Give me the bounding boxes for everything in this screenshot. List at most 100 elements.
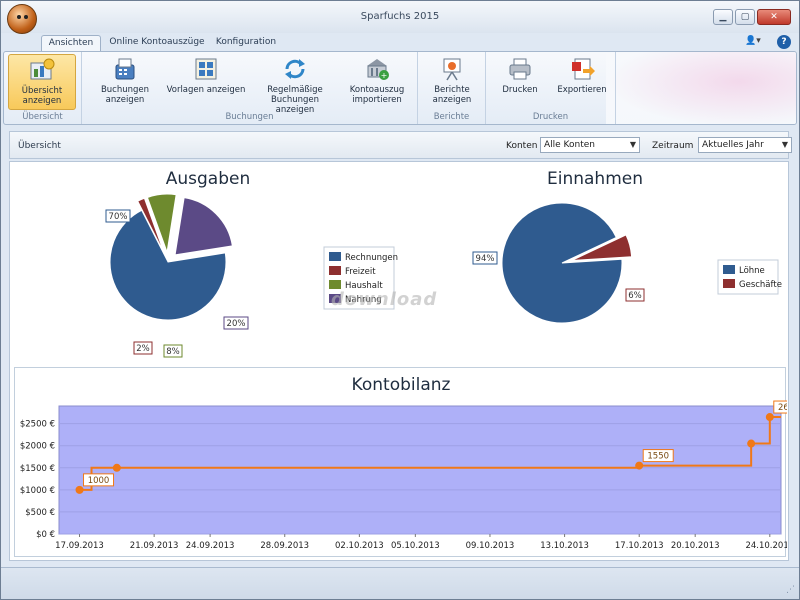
- tab-online-kontoauszuege[interactable]: Online Kontoauszüge: [109, 35, 205, 51]
- overview-filter-bar: Übersicht Konten Alle Konten ▼ Zeitraum …: [9, 131, 792, 159]
- data-point: [635, 461, 644, 470]
- minimize-button[interactable]: ▁: [713, 9, 733, 25]
- watermark-text: download: [331, 289, 438, 310]
- konten-value: Alle Konten: [544, 140, 595, 150]
- x-tick-label: 09.10.2013: [466, 541, 515, 551]
- x-tick-label: 21.09.2013: [130, 541, 179, 551]
- drucken-button[interactable]: Drucken: [492, 54, 548, 110]
- resize-grip-icon[interactable]: ⋰: [786, 585, 795, 595]
- data-point: [112, 463, 121, 472]
- chevron-down-icon: ▼: [629, 140, 636, 149]
- x-tick-label: 24.10.2013: [745, 541, 787, 551]
- y-tick-label: $0 €: [36, 530, 55, 540]
- ribbon-group-drucken: Drucken Exportieren Drucken: [486, 52, 616, 124]
- ribbon-group-uebersicht: Übersicht anzeigen Übersicht: [4, 52, 82, 124]
- y-tick-label: $2000 €: [20, 442, 55, 452]
- plot-area: [58, 405, 782, 535]
- x-tick-label: 20.10.2013: [671, 541, 720, 551]
- tab-ansichten[interactable]: Ansichten: [41, 35, 101, 51]
- pie-charts: Ausgaben70%2% 8%20%RechnungenFreizeitHaus…: [105, 169, 782, 358]
- kontoauszug-importieren-button[interactable]: + Kontoauszug importieren: [342, 54, 412, 110]
- zeitraum-value: Aktuelles Jahr: [702, 140, 764, 150]
- reports-icon: [443, 58, 461, 81]
- legend-swatch: [723, 279, 735, 288]
- status-bar: ⋰: [1, 567, 799, 599]
- user-menu-icon[interactable]: 👤▾: [745, 36, 771, 49]
- close-button[interactable]: ✕: [757, 9, 791, 25]
- konten-dropdown[interactable]: Alle Konten ▼: [540, 137, 640, 153]
- y-tick-label: $500 €: [25, 508, 55, 518]
- window-title: Sparfuchs 2015: [360, 11, 440, 22]
- zeitraum-label: Zeitraum: [652, 141, 694, 151]
- help-icon[interactable]: ?: [777, 35, 791, 49]
- kontobilanz-chart: Kontobilanz $0 € $500 € $1000 € $1500 € $2000…: [20, 375, 787, 551]
- data-label: 2650: [778, 403, 787, 413]
- legend-entry: Geschäfte: [739, 280, 782, 290]
- vorlagen-anzeigen-button[interactable]: Vorlagen anzeigen: [166, 54, 246, 110]
- printer-icon: [509, 58, 531, 80]
- zeitraum-dropdown[interactable]: Aktuelles Jahr ▼: [698, 137, 792, 153]
- bookings-icon: [115, 58, 135, 80]
- data-point: [765, 413, 774, 422]
- data-label: 94%: [476, 254, 495, 264]
- overview-title: Übersicht: [18, 141, 61, 151]
- x-tick-label: 17.09.2013: [55, 541, 104, 551]
- ribbon-decoration: [606, 52, 796, 124]
- x-tick-label: 05.10.2013: [391, 541, 440, 551]
- legend-swatch: [329, 266, 341, 275]
- data-point: [75, 485, 84, 494]
- overview-content: Ausgaben 70% 2% 8% 20% Rechnungen Freizeit Haus…: [9, 161, 789, 561]
- pie-slice-nahrung: [174, 197, 233, 256]
- berichte-anzeigen-button[interactable]: Berichte anzeigen: [422, 54, 482, 110]
- ribbon-tab-bar: Ansichten Online Kontoauszüge Konfigurat…: [1, 33, 799, 51]
- regelmaessige-buchungen-label: Regelmäßige Buchungen anzeigen: [267, 85, 323, 115]
- data-label: 1000: [88, 476, 110, 486]
- regelmaessige-buchungen-button[interactable]: Regelmäßige Buchungen anzeigen: [252, 54, 338, 115]
- svg-text:+: +: [381, 71, 388, 80]
- legend-swatch: [723, 265, 735, 274]
- app-window: Sparfuchs 2015 ▁ ▢ ✕ Ansichten Online Ko…: [0, 0, 800, 600]
- data-label: 1550: [647, 452, 669, 462]
- x-tick-label: 02.10.2013: [335, 541, 384, 551]
- exportieren-label: Exportieren: [557, 85, 607, 95]
- drucken-label: Drucken: [502, 85, 538, 95]
- kontoauszug-importieren-label: Kontoauszug importieren: [349, 85, 405, 105]
- x-tick-label: 28.09.2013: [260, 541, 309, 551]
- ribbon-group-label: Übersicht: [22, 112, 63, 122]
- ribbon-group-label: Drucken: [532, 112, 569, 122]
- chart-title: Kontobilanz: [352, 375, 451, 395]
- kontobilanz-panel: Kontobilanz $0 € $500 € $1000 € $1500 € $2000…: [14, 367, 787, 557]
- x-tick-label: 17.10.2013: [615, 541, 664, 551]
- title-bar: Sparfuchs 2015 ▁ ▢ ✕: [1, 1, 799, 34]
- recurring-icon: [285, 59, 305, 79]
- legend-entry: Rechnungen: [345, 253, 398, 263]
- ribbon: Übersicht anzeigen Übersicht Buchungen a…: [3, 51, 797, 125]
- legend-swatch: [329, 252, 341, 261]
- chart-title: Ausgaben: [166, 169, 251, 189]
- y-tick-label: $1500 €: [20, 464, 55, 474]
- legend-entry: Löhne: [739, 266, 765, 276]
- vorlagen-anzeigen-label: Vorlagen anzeigen: [166, 85, 246, 95]
- uebersicht-anzeigen-label: Übersicht anzeigen: [21, 86, 63, 106]
- data-label: 8%: [166, 347, 180, 357]
- exportieren-button[interactable]: Exportieren: [552, 54, 612, 110]
- maximize-button[interactable]: ▢: [735, 9, 755, 25]
- data-label: 6%: [628, 291, 642, 301]
- buchungen-anzeigen-button[interactable]: Buchungen anzeigen: [90, 54, 160, 110]
- data-label: 70%: [109, 212, 128, 222]
- tab-konfiguration[interactable]: Konfiguration: [213, 35, 279, 51]
- ribbon-group-label: Berichte: [433, 112, 470, 122]
- chart-title: Einnahmen: [547, 169, 643, 189]
- overview-icon: [30, 58, 55, 80]
- data-label: 20%: [227, 319, 246, 329]
- y-tick-label: $2500 €: [20, 420, 55, 430]
- y-tick-label: $1000 €: [20, 486, 55, 496]
- ribbon-group-berichte: Berichte anzeigen Berichte: [418, 52, 486, 124]
- uebersicht-anzeigen-button[interactable]: Übersicht anzeigen: [8, 54, 76, 110]
- buchungen-anzeigen-label: Buchungen anzeigen: [100, 85, 150, 105]
- data-label: 2%: [136, 344, 150, 354]
- ribbon-group-label: Buchungen: [225, 112, 274, 122]
- x-tick-label: 13.10.2013: [540, 541, 589, 551]
- ribbon-group-buchungen: Buchungen anzeigen Vorlagen anzeigen Reg…: [82, 52, 418, 124]
- konten-label: Konten: [506, 141, 538, 151]
